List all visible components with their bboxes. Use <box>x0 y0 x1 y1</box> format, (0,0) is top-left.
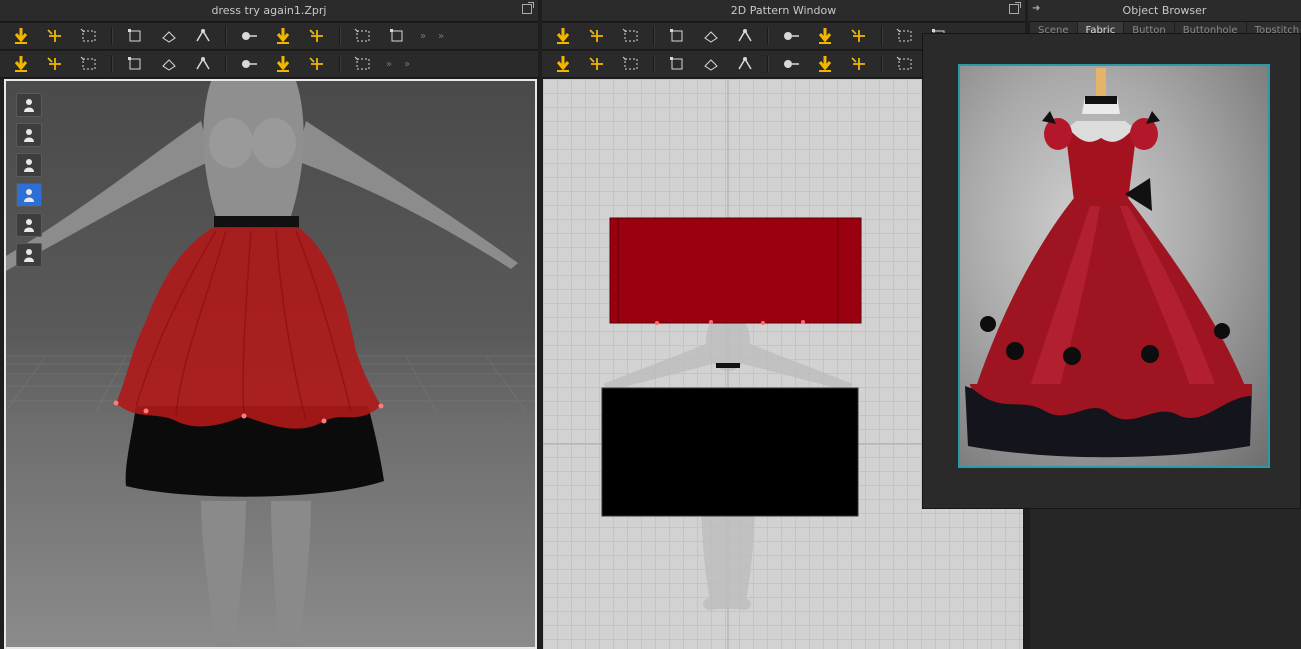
tack-icon[interactable] <box>188 24 218 48</box>
cut-icon[interactable] <box>154 52 184 76</box>
choker-ribbon <box>1085 96 1117 104</box>
pattern-select-icon[interactable] <box>548 24 578 48</box>
garment-fit-icon[interactable] <box>268 24 298 48</box>
pattern-piece-red[interactable] <box>609 217 862 324</box>
clo3d-app: dress try again1.Zprj 2D Pattern Window … <box>0 0 1301 649</box>
iron-icon[interactable] <box>730 52 760 76</box>
texture-icon[interactable] <box>844 52 874 76</box>
garment-hide-icon[interactable] <box>16 123 42 147</box>
undock-icon[interactable] <box>1009 2 1021 14</box>
notch-icon[interactable] <box>696 52 726 76</box>
reference-image <box>958 64 1270 468</box>
zipper-icon[interactable] <box>890 52 920 76</box>
toolbar-separator <box>767 55 769 73</box>
toolbar-overflow-icon[interactable]: » <box>382 59 396 70</box>
fold-arrange-icon[interactable] <box>776 52 806 76</box>
avatar-3d-scene <box>6 81 535 647</box>
gown-bodice <box>1065 128 1137 201</box>
transform-box-icon[interactable] <box>120 24 150 48</box>
texture-view-icon[interactable] <box>16 183 42 207</box>
left-sleeve <box>1044 118 1072 150</box>
avatar-solid-icon[interactable] <box>16 243 42 267</box>
arrange-icon[interactable] <box>40 52 70 76</box>
toolbar-3d-row2: »» <box>0 51 538 78</box>
toolbar-separator <box>225 27 227 45</box>
viewport3d-title: dress try again1.Zprj <box>211 4 327 17</box>
sewing-eye-icon[interactable] <box>348 24 378 48</box>
shirt-fit-icon[interactable] <box>382 24 412 48</box>
tack-sew-icon[interactable] <box>662 52 692 76</box>
move-down-icon[interactable] <box>6 24 36 48</box>
viewport3d-titlebar: dress try again1.Zprj <box>0 0 538 22</box>
avatar-chest-left <box>209 118 253 168</box>
toolbar-overflow-icon[interactable]: » <box>400 59 414 70</box>
edit-curve-icon[interactable] <box>616 24 646 48</box>
red-ball-gown-photo <box>965 68 1252 458</box>
object-browser-title: Object Browser <box>1122 4 1207 17</box>
button-icon[interactable] <box>810 52 840 76</box>
avatar-chest-right <box>252 118 296 168</box>
pencil-line-icon[interactable] <box>302 24 332 48</box>
arrow-right-icon[interactable]: ➜ <box>1032 3 1040 14</box>
reference-image-viewer[interactable] <box>922 33 1301 509</box>
garment-show-icon[interactable] <box>16 93 42 117</box>
pen-icon[interactable] <box>16 213 42 237</box>
right-arm <box>296 121 518 269</box>
curve-point-icon[interactable] <box>662 24 692 48</box>
toolbar-separator <box>881 27 883 45</box>
toolbar-separator <box>653 27 655 45</box>
button-icon[interactable] <box>302 52 332 76</box>
avatar-right-leg <box>271 501 311 647</box>
segment-icon[interactable] <box>730 24 760 48</box>
toolbar-separator <box>339 55 341 73</box>
toolbar-overflow-icon[interactable]: » <box>434 31 448 42</box>
iron-icon[interactable] <box>234 52 264 76</box>
toolbar-separator <box>225 55 227 73</box>
add-point-icon[interactable] <box>696 24 726 48</box>
pattern-window-titlebar: 2D Pattern Window <box>542 0 1025 22</box>
walk-avatar-icon[interactable] <box>6 52 36 76</box>
object-browser-titlebar: ➜ Object Browser <box>1028 0 1301 22</box>
toolbar-separator <box>653 55 655 73</box>
fold-icon[interactable] <box>154 24 184 48</box>
pattern-window-title: 2D Pattern Window <box>730 4 837 17</box>
avatar-left-leg <box>201 501 246 647</box>
toolbar-separator <box>111 27 113 45</box>
avatar-icon[interactable] <box>16 153 42 177</box>
transform-move-icon[interactable] <box>40 24 70 48</box>
rectangle-icon[interactable] <box>844 24 874 48</box>
seam-edit-icon[interactable] <box>548 52 578 76</box>
pin-icon[interactable] <box>234 24 264 48</box>
dress-form-neck <box>1096 68 1106 96</box>
edit-point-icon[interactable] <box>582 24 612 48</box>
pattern-piece-black[interactable] <box>601 387 859 517</box>
select-box-icon[interactable] <box>74 24 104 48</box>
pin-point-icon[interactable] <box>74 52 104 76</box>
button-hole-icon[interactable] <box>348 52 378 76</box>
waistband <box>214 216 299 228</box>
toolbar-separator <box>881 55 883 73</box>
toolbar-separator <box>339 27 341 45</box>
undock-icon[interactable] <box>522 2 534 14</box>
viewport-3d[interactable] <box>4 79 537 649</box>
waistband-pattern[interactable] <box>716 363 740 368</box>
measure-icon[interactable] <box>120 52 150 76</box>
trims-icon[interactable] <box>268 52 298 76</box>
toolbar-separator <box>111 55 113 73</box>
circle-icon[interactable] <box>890 24 920 48</box>
toolbar-3d-row1: »» <box>0 23 538 50</box>
free-sew-icon[interactable] <box>616 52 646 76</box>
viewport-tools <box>16 93 42 267</box>
right-sleeve <box>1130 118 1158 150</box>
toolbar-separator <box>767 27 769 45</box>
segment-sew-icon[interactable] <box>582 52 612 76</box>
internal-shape-icon[interactable] <box>810 24 840 48</box>
toolbar-overflow-icon[interactable]: » <box>416 31 430 42</box>
steam-icon[interactable] <box>188 52 218 76</box>
polygon-icon[interactable] <box>776 24 806 48</box>
